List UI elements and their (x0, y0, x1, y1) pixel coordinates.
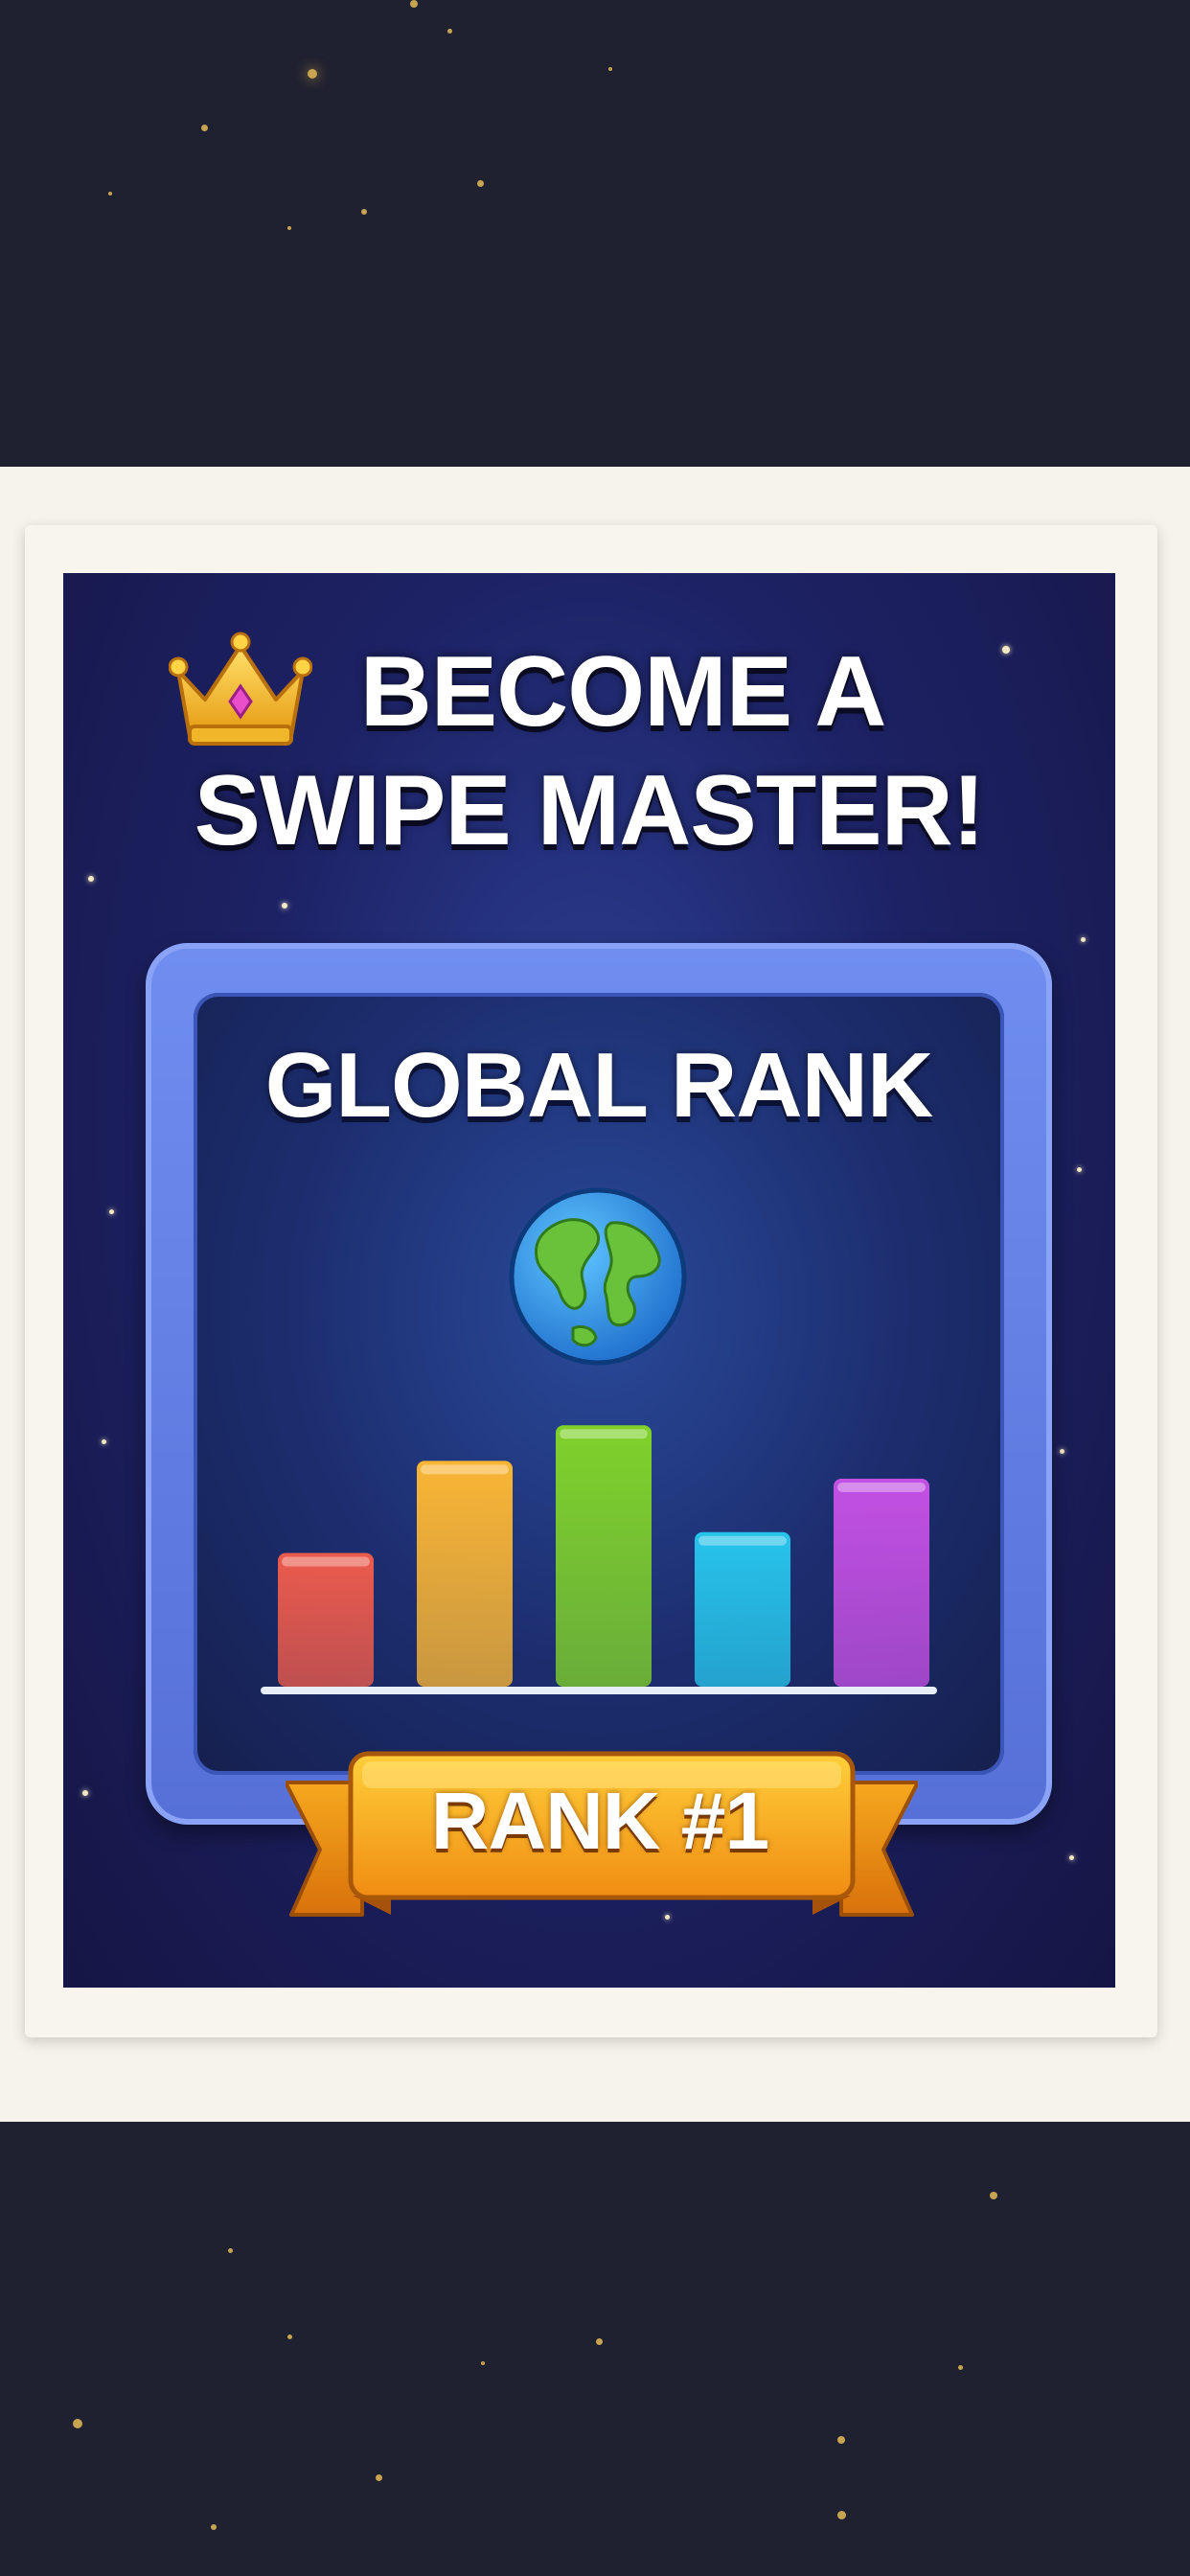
star (481, 2361, 485, 2365)
star (1060, 1449, 1064, 1454)
star (88, 876, 94, 882)
star (376, 2474, 382, 2481)
chart-bar-3 (556, 1425, 652, 1687)
global-rank-panel: GLOBAL RANK (194, 993, 1004, 1775)
bottom-dark-band (0, 2122, 1190, 2576)
star (1069, 1855, 1074, 1860)
star (990, 2192, 997, 2199)
chart-bar-4 (695, 1531, 790, 1687)
chart-bar-2 (417, 1460, 513, 1687)
star (73, 2419, 82, 2428)
chart-baseline (261, 1687, 937, 1694)
star (958, 2365, 963, 2370)
star (211, 2524, 217, 2530)
star (308, 69, 317, 79)
global-rank-frame: GLOBAL RANK (146, 943, 1052, 1825)
star (102, 1439, 106, 1444)
star (410, 0, 418, 8)
star (287, 226, 291, 230)
headline: BECOME A SWIPE MASTER! (63, 632, 1115, 870)
star (228, 2248, 233, 2253)
headline-line-2: SWIPE MASTER! (194, 755, 986, 866)
chart-bar-highlight (698, 1535, 787, 1546)
chart-bar-highlight (837, 1483, 926, 1492)
star (447, 29, 452, 34)
star (108, 192, 112, 196)
star (608, 67, 612, 71)
globe-icon (509, 1187, 687, 1366)
rank-title: GLOBAL RANK (264, 1034, 934, 1137)
star (596, 2338, 603, 2345)
chart-bar-5 (834, 1479, 929, 1687)
star (282, 903, 287, 908)
rank-poster: BECOME A SWIPE MASTER! GLOBAL RANK RANK … (63, 573, 1115, 1988)
star (1081, 937, 1086, 942)
chart-bar-1 (278, 1552, 374, 1687)
star (477, 180, 484, 187)
chart-bar-highlight (560, 1429, 648, 1439)
star (837, 2511, 846, 2519)
star (287, 2334, 292, 2339)
star (361, 209, 367, 215)
rank-label: RANK #1 (430, 1776, 769, 1866)
chart-bar-highlight (282, 1556, 370, 1567)
star (109, 1209, 114, 1214)
star (82, 1790, 88, 1796)
star (837, 2436, 845, 2444)
chart-bar-highlight (421, 1464, 509, 1475)
headline-line-1: BECOME A (359, 636, 887, 748)
rank-bar-chart (278, 1425, 929, 1687)
star (1077, 1167, 1082, 1172)
star (201, 125, 208, 131)
top-dark-band (0, 0, 1190, 467)
